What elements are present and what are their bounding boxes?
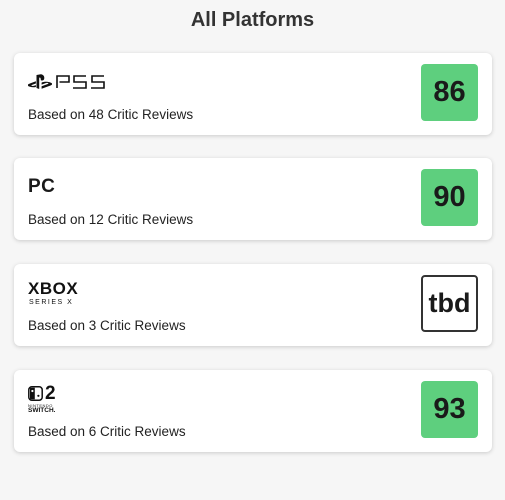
joycon-icon (28, 385, 43, 401)
critic-review-count: Based on 12 Critic Reviews (28, 212, 194, 227)
switch-label: SWITCH. (28, 406, 56, 414)
xbox-wordmark: XBOX (28, 279, 79, 298)
platform-card-xbox-series-x[interactable]: XBOX SERIES X Based on 3 Critic Reviews … (14, 264, 492, 346)
metascore-badge[interactable]: 90 (421, 169, 478, 226)
platform-card-ps5[interactable]: Based on 48 Critic Reviews 86 (14, 53, 492, 135)
critic-review-count: Based on 48 Critic Reviews (28, 107, 194, 122)
platform-card-pc[interactable]: PC Based on 12 Critic Reviews 90 (14, 158, 492, 240)
metascore-badge[interactable]: 93 (421, 381, 478, 438)
critic-review-count: Based on 6 Critic Reviews (28, 424, 186, 439)
switch-2-numeral: 2 (45, 382, 56, 404)
metascore-badge[interactable]: 86 (421, 64, 478, 121)
playstation-icon (28, 74, 52, 89)
ps5-logo (28, 67, 106, 97)
pc-logo: PC (28, 176, 56, 197)
xbox-series-x-logo: XBOX SERIES X (28, 278, 78, 308)
platform-card-switch-2[interactable]: 2 NINTENDO SWITCH. Based on 6 Critic Rev… (14, 370, 492, 452)
nintendo-switch-2-logo: 2 NINTENDO SWITCH. (28, 384, 56, 414)
metascore-badge[interactable]: tbd (421, 275, 478, 332)
page-title: All Platforms (190, 9, 315, 31)
ps5-wordmark (56, 75, 105, 89)
critic-review-count: Based on 3 Critic Reviews (28, 318, 186, 333)
xbox-series-label: SERIES X (29, 299, 74, 306)
